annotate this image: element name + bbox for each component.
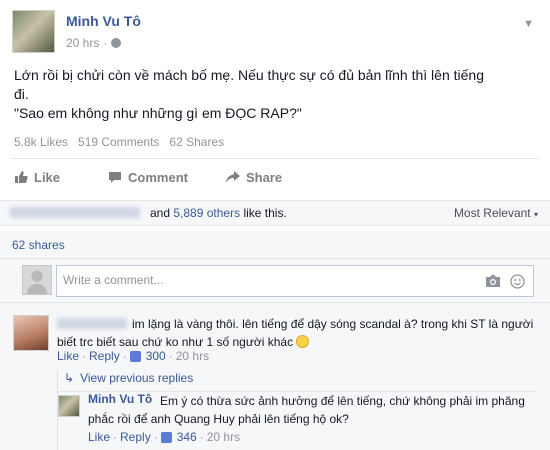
post-text-line: đi. bbox=[14, 86, 29, 102]
divider bbox=[12, 158, 538, 159]
chevron-down-icon: ▾ bbox=[533, 210, 538, 219]
comment-icon bbox=[109, 172, 122, 183]
commenter-avatar[interactable] bbox=[13, 315, 49, 351]
post-actions: Like Comment Share bbox=[14, 166, 534, 188]
share-arrow-icon bbox=[225, 171, 240, 183]
thumbs-up-icon bbox=[15, 171, 28, 183]
avatar bbox=[22, 265, 52, 295]
view-previous-replies[interactable]: ↳ View previous replies bbox=[64, 371, 193, 385]
like-button[interactable]: Like bbox=[14, 166, 60, 188]
comment-like-button[interactable]: Like bbox=[57, 349, 79, 363]
likes-summary-row: and 5,889 others like this. Most Relevan… bbox=[0, 200, 550, 226]
author-name[interactable]: Minh Vu Tô bbox=[66, 13, 141, 29]
like-count-icon bbox=[160, 431, 172, 443]
like-count-icon bbox=[129, 350, 141, 362]
comment-reply-button[interactable]: Reply bbox=[89, 349, 120, 363]
post-text-line: "Sao em không như những gì em ĐỌC RAP?" bbox=[14, 105, 302, 121]
sort-dropdown[interactable]: Most Relevant ▾ bbox=[454, 206, 538, 220]
reply-text: Em ý có thừa sức ảnh hưởng để lên tiếng,… bbox=[88, 394, 525, 426]
post-header: Minh Vu Tô 20 hrs · ▼ bbox=[12, 10, 538, 56]
comment-box bbox=[56, 265, 534, 297]
camera-icon[interactable] bbox=[485, 274, 501, 288]
likes-count[interactable]: 5.8k Likes bbox=[14, 135, 68, 149]
comment-button[interactable]: Comment bbox=[108, 166, 188, 188]
user-silhouette-icon bbox=[26, 270, 48, 294]
reply-like-button[interactable]: Like bbox=[88, 430, 110, 444]
post-text-line: Lớn rồi bị chửi còn về mách bố mẹ. Nếu t… bbox=[14, 67, 484, 83]
comment-label: Comment bbox=[128, 169, 188, 185]
post-body: Lớn rồi bị chửi còn về mách bố mẹ. Nếu t… bbox=[14, 66, 534, 123]
globe-icon bbox=[111, 38, 122, 48]
post-time[interactable]: 20 hrs bbox=[66, 36, 99, 50]
reply-arrow-icon: ↳ bbox=[64, 371, 75, 385]
comment-actions: Like · Reply · 300 · 20 hrs bbox=[57, 349, 210, 363]
shares-count[interactable]: 62 Shares bbox=[169, 135, 224, 149]
share-label: Share bbox=[245, 169, 283, 185]
comments-count[interactable]: 519 Comments bbox=[78, 135, 159, 149]
comment-item: im lặng là vàng thôi. lên tiếng để dậy s… bbox=[0, 303, 550, 450]
reply-reply-button[interactable]: Reply bbox=[120, 430, 151, 444]
reply-time[interactable]: 20 hrs bbox=[207, 430, 240, 444]
comment-input[interactable] bbox=[63, 266, 463, 294]
shares-row: 62 shares bbox=[0, 231, 550, 259]
reply-author-avatar[interactable] bbox=[58, 395, 80, 417]
share-button[interactable]: Share bbox=[225, 166, 283, 188]
author-avatar[interactable] bbox=[12, 10, 55, 53]
reply-actions: Like · Reply · 346 · 20 hrs bbox=[88, 430, 241, 444]
liker-names-blurred bbox=[10, 207, 140, 218]
smile-emoji-icon bbox=[296, 335, 310, 348]
post-stats: 5.8k Likes 519 Comments 62 Shares bbox=[14, 135, 224, 149]
comment-time[interactable]: 20 hrs bbox=[176, 349, 209, 363]
like-label: Like bbox=[34, 169, 61, 185]
comment-text: im lặng là vàng thôi. lên tiếng để dậy s… bbox=[57, 317, 534, 349]
comment-like-count[interactable]: 300 bbox=[146, 349, 166, 363]
chevron-down-icon[interactable]: ▼ bbox=[523, 18, 534, 30]
reply-like-count[interactable]: 346 bbox=[177, 430, 197, 444]
emoji-icon[interactable] bbox=[510, 274, 525, 289]
write-comment-row bbox=[0, 259, 550, 303]
shares-link[interactable]: 62 shares bbox=[12, 238, 65, 252]
post-meta: 20 hrs · bbox=[66, 36, 122, 50]
reply-author-name[interactable]: Minh Vu Tô bbox=[88, 392, 152, 406]
likes-summary-text: and 5,889 others like this. bbox=[150, 206, 287, 220]
others-link[interactable]: 5,889 others bbox=[173, 206, 240, 220]
